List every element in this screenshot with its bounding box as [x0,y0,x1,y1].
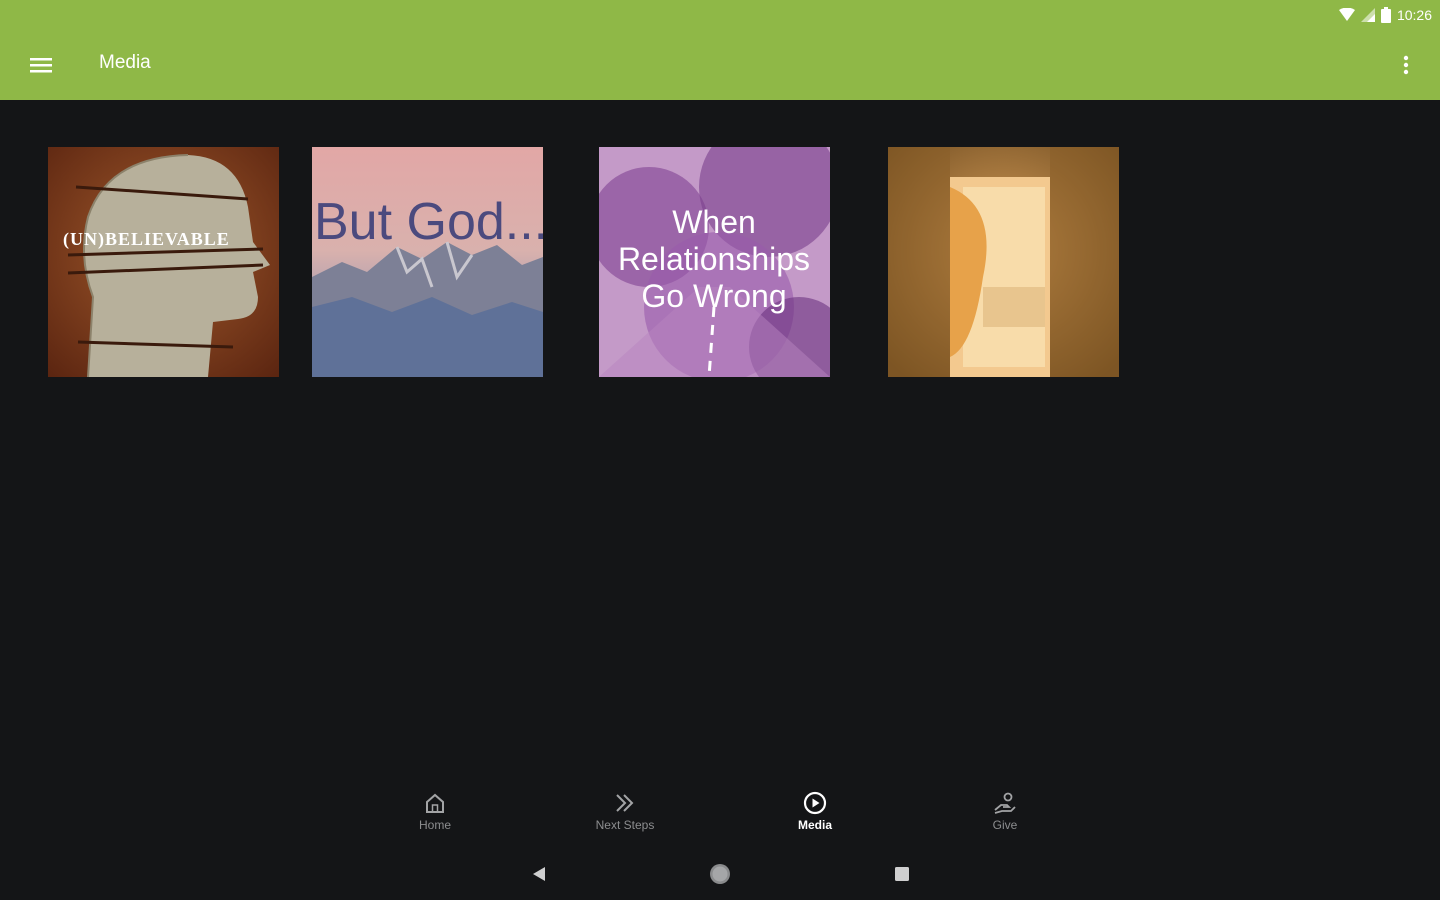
nav-item-give[interactable]: Give [950,790,1060,840]
menu-button[interactable] [22,47,60,83]
nav-item-home[interactable]: Home [380,790,490,840]
status-time: 10:26 [1396,7,1432,23]
status-icons: 10:26 [1338,5,1432,25]
when-relationships-title-line2: Relationships [618,241,810,277]
unbelievable-title: (UN)BELIEVABLE [63,229,230,250]
but-god-title: But God... [314,193,543,251]
status-bar: 10:26 [0,0,1440,30]
nav-label-home: Home [418,818,451,832]
system-recents-button[interactable] [887,861,917,887]
bottom-nav: Home Next Steps Media Give [0,780,1440,840]
recents-icon [895,867,909,881]
media-tile-when-relationships[interactable]: When Relationships Go Wrong [599,147,830,377]
more-vert-icon [1403,55,1409,75]
play-circle-icon [802,790,828,816]
overflow-menu-button[interactable] [1392,47,1420,83]
nav-label-next-steps: Next Steps [595,818,655,832]
media-tile-empty-tomb[interactable] [888,147,1119,377]
home-circle-icon [710,864,730,884]
when-relationships-title-line1: When [672,204,756,240]
back-icon [533,867,545,881]
empty-tomb-artwork [888,147,1119,377]
nav-label-media: Media [797,818,832,832]
wifi-icon [1338,8,1355,21]
nav-item-media[interactable]: Media [760,790,870,840]
page-title: Media [99,52,151,73]
when-relationships-title-line3: Go Wrong [641,278,786,314]
home-icon [422,790,448,816]
battery-icon [1380,7,1391,23]
media-tile-unbelievable[interactable]: (UN)BELIEVABLE [48,147,279,377]
double-chevron-icon [612,790,638,816]
nav-item-next-steps[interactable]: Next Steps [570,790,680,840]
when-relationships-artwork: When Relationships Go Wrong [599,147,830,377]
but-god-artwork: But God... [312,147,543,377]
unbelievable-artwork: (UN)BELIEVABLE [48,147,279,377]
system-nav-bar [0,850,1440,900]
nav-label-give: Give [992,818,1018,832]
system-home-button[interactable] [705,861,735,887]
signal-icon [1360,8,1375,22]
hamburger-menu-icon [30,58,52,73]
system-back-button[interactable] [524,861,554,887]
app-bar: Media [0,30,1440,100]
give-hand-icon [992,790,1018,816]
media-tile-but-god[interactable]: But God... [312,147,543,377]
